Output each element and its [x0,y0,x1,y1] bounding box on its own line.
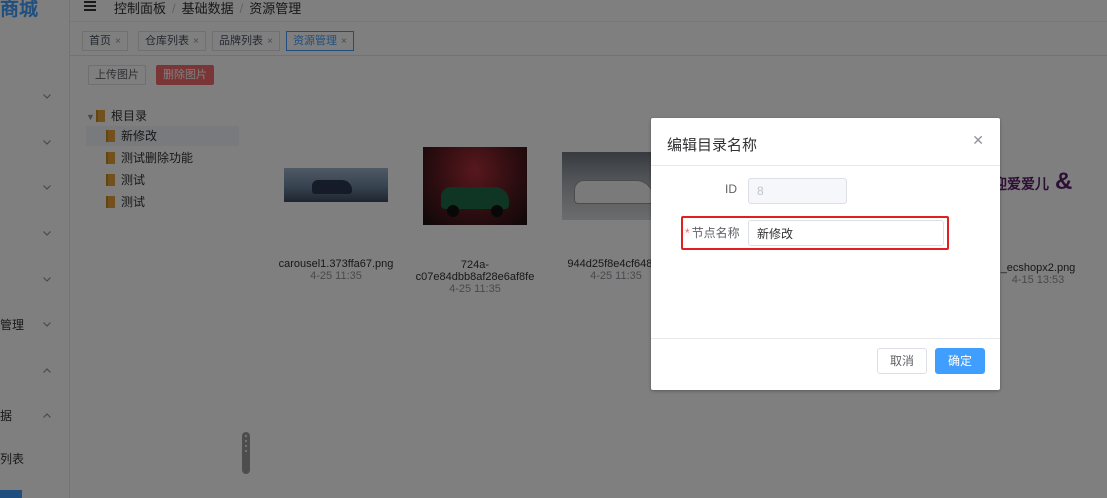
cancel-button[interactable]: 取消 [877,348,928,374]
node-name-field[interactable] [748,220,944,246]
id-field [748,178,847,204]
edit-directory-dialog: 编辑目录名称 ✕ ID *节点名称 取消 确定 [651,118,1000,390]
node-name-label: * 节点名称 [685,224,740,241]
confirm-button[interactable]: 确定 [935,348,986,374]
dialog-title: 编辑目录名称 [667,137,758,154]
dialog-footer-divider [651,338,1000,339]
id-label: ID [725,182,737,196]
required-mark: * [685,226,690,240]
dialog-header-divider [651,165,1000,166]
node-name-label-text: 节点名称 [691,226,740,240]
close-icon[interactable]: ✕ [972,132,984,149]
